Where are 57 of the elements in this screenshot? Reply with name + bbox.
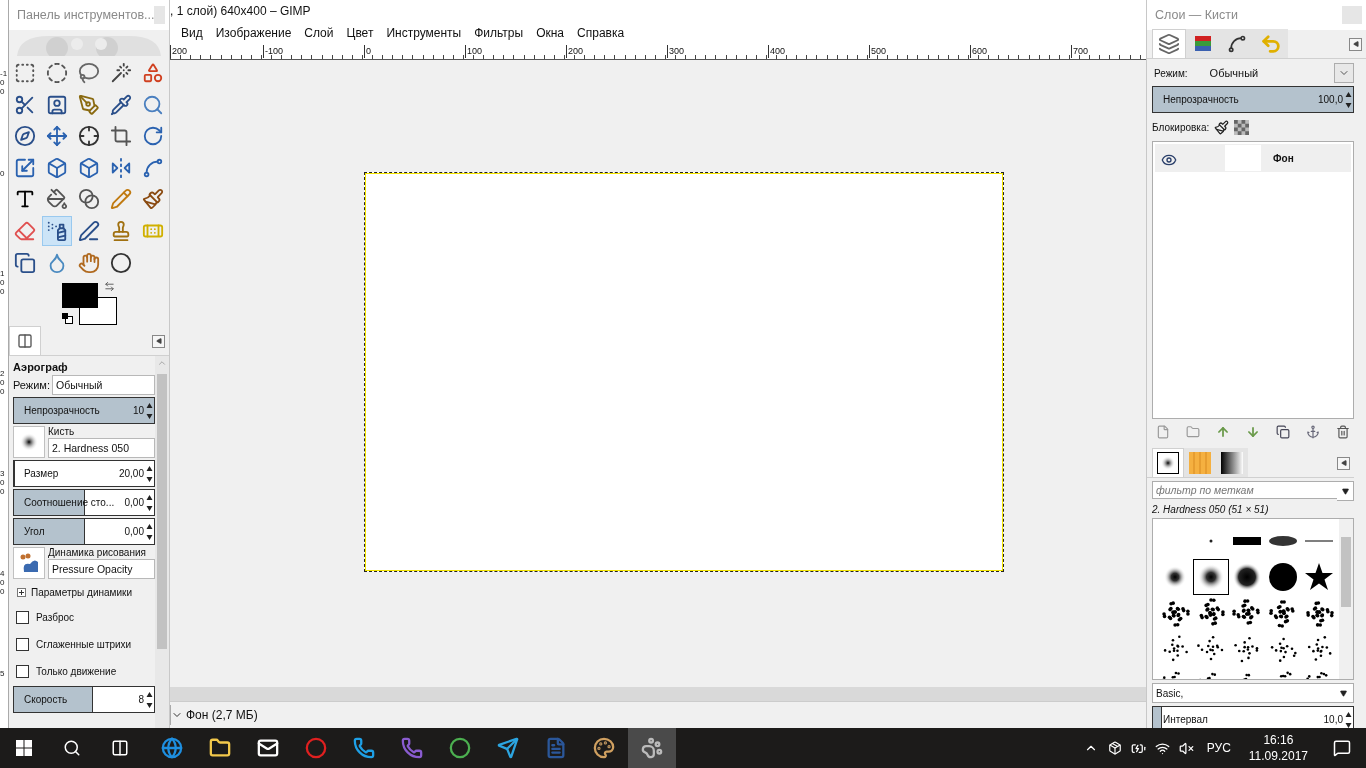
menu-item[interactable]: Инструменты — [386, 26, 462, 40]
menu-item[interactable]: Изображение — [215, 26, 292, 40]
ruler-label: 200 — [566, 45, 584, 58]
ruler-label: 300 — [0, 470, 6, 497]
menu-item[interactable]: Слой — [304, 26, 334, 40]
speed-slider[interactable]: Скорость 8 — [13, 686, 155, 714]
mode-dropdown[interactable]: Обычный — [52, 375, 155, 396]
brush-label: Кисть — [48, 426, 76, 438]
expander-label[interactable]: Параметры динамики — [31, 586, 132, 598]
ruler-label: 0 — [364, 45, 371, 58]
value-slider[interactable]: Угол 0,00 — [13, 518, 155, 546]
menu-item[interactable]: Цвет — [346, 26, 374, 40]
menu-item[interactable]: Окна — [536, 26, 565, 40]
layer-name: Фон — [1273, 152, 1294, 164]
layer-row[interactable]: Фон — [1155, 144, 1351, 172]
spacing-slider[interactable]: Интервал 10,0 — [1152, 706, 1354, 728]
ruler-label: 5 — [0, 670, 6, 679]
status-dropdown[interactable]: Фон (2,7 МБ) — [170, 705, 262, 725]
ruler-label: -100 — [0, 70, 8, 97]
ruler-label: 700 — [1071, 45, 1089, 58]
opacity-slider[interactable]: Непрозрачность 10 — [13, 397, 155, 425]
ruler-label: 300 — [667, 45, 685, 58]
brush-set-dropdown[interactable]: Basic, — [1152, 683, 1354, 703]
ruler-label: 200 — [170, 45, 188, 58]
window-title: , 1 слой) 640x400 – GIMP — [170, 0, 1146, 22]
ruler-label: -100 — [263, 45, 283, 58]
mode-label: Режим: — [1154, 67, 1188, 79]
tag-filter-field[interactable]: фильтр по меткам — [1152, 481, 1337, 499]
window-title: Слои — Кисти — [1155, 8, 1239, 22]
clock-time[interactable]: 16:16 — [1263, 732, 1294, 748]
ruler-label: 100 — [465, 45, 483, 58]
dynamics-field[interactable]: Pressure Opacity — [48, 559, 155, 580]
language-indicator[interactable]: РУС — [1198, 741, 1239, 755]
checkbox-label: Только движение — [36, 666, 117, 678]
clock-date[interactable]: 11.09.2017 — [1248, 748, 1308, 764]
value-slider[interactable]: Размер 20,00 — [13, 460, 155, 488]
tool-title: Аэрограф — [13, 361, 69, 374]
ruler-label: 200 — [0, 370, 6, 397]
lock-label: Блокировка: — [1152, 121, 1210, 133]
mode-dropdown[interactable]: Обычный — [1189, 63, 1354, 83]
mode-label: Режим: — [13, 379, 50, 392]
checkbox-label: Разброс — [36, 612, 75, 624]
menu-item[interactable]: Вид — [181, 26, 203, 40]
ruler-label: 500 — [869, 45, 887, 58]
brush-field[interactable]: 2. Hardness 050 — [48, 438, 155, 459]
window-title: Панель инструментов... — [17, 8, 155, 22]
dynamics-label: Динамика рисования — [48, 547, 147, 559]
menu-item[interactable]: Справка — [577, 26, 625, 40]
ruler-label: 0 — [0, 170, 6, 179]
ruler-label: 600 — [970, 45, 988, 58]
ruler-label: 400 — [0, 570, 6, 597]
ruler-label: 100 — [0, 270, 6, 297]
ruler-label: 400 — [768, 45, 786, 58]
brush-name: 2. Hardness 050 (51 × 51) — [1152, 504, 1270, 515]
checkbox-label: Сглаженные штрихи — [36, 639, 132, 651]
opacity-slider[interactable]: Непрозрачность 100,0 — [1152, 86, 1354, 113]
menu-item[interactable]: Фильтры — [474, 26, 524, 40]
